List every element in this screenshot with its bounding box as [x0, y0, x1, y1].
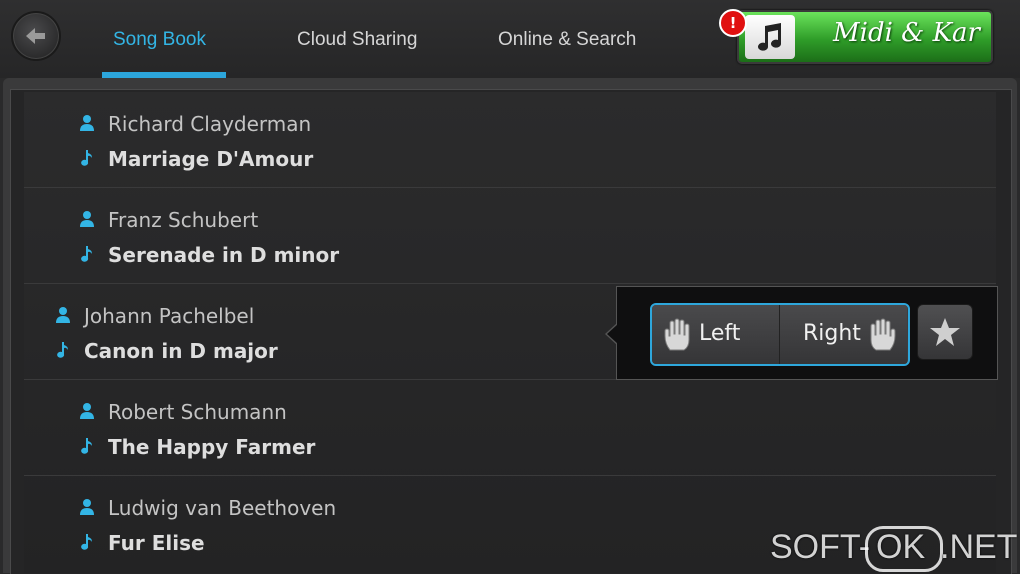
music-file-icon [745, 15, 795, 59]
song-title: Fur Elise [108, 531, 205, 555]
song-title: Marriage D'Amour [108, 147, 314, 171]
back-button[interactable] [11, 11, 61, 61]
music-note-icon [57, 342, 68, 358]
watermark: SOFT- OK .NET [770, 526, 1018, 572]
hand-icon [664, 318, 690, 351]
person-icon [56, 307, 70, 323]
composer-name: Richard Clayderman [108, 112, 312, 136]
music-note-icon [81, 534, 92, 550]
person-icon [80, 403, 94, 419]
right-hand-button[interactable]: Right [780, 305, 907, 364]
tab-online-search[interactable]: Online & Search [498, 29, 636, 51]
music-note-icon [81, 438, 92, 454]
tab-cloud-sharing[interactable]: Cloud Sharing [297, 29, 417, 51]
promo-label: Midi & Kar [833, 18, 980, 48]
hand-icon [870, 318, 896, 351]
list-item[interactable]: Franz Schubert Serenade in D minor [24, 188, 996, 284]
list-item[interactable]: Richard Clayderman Marriage D'Amour [24, 92, 996, 188]
left-hand-button[interactable]: Left [652, 305, 780, 364]
watermark-left: SOFT- [770, 528, 871, 566]
back-arrow-icon [26, 28, 45, 44]
composer-name: Ludwig van Beethoven [108, 496, 337, 520]
star-icon [930, 318, 960, 346]
tab-song-book[interactable]: Song Book [113, 29, 206, 51]
list-item[interactable]: Robert Schumann The Happy Farmer [24, 380, 996, 476]
midi-kar-promo-banner[interactable]: Midi & Kar [737, 10, 993, 64]
person-icon [80, 115, 94, 131]
favorite-button[interactable] [917, 304, 973, 360]
watermark-middle: OK [876, 528, 926, 566]
composer-name: Robert Schumann [108, 400, 287, 424]
person-icon [80, 211, 94, 227]
music-note-icon [81, 150, 92, 166]
song-title: Canon in D major [84, 339, 278, 363]
popup-pointer-inner [607, 324, 618, 344]
watermark-right: .NET [940, 528, 1018, 566]
song-title: The Happy Farmer [108, 435, 316, 459]
composer-name: Franz Schubert [108, 208, 259, 232]
person-icon [80, 499, 94, 515]
notification-badge: ! [719, 9, 747, 37]
left-hand-label: Left [699, 321, 741, 346]
music-note-icon [81, 246, 92, 262]
right-hand-label: Right [803, 321, 861, 346]
hand-toggle-group: Left Right [650, 303, 910, 366]
composer-name: Johann Pachelbel [84, 304, 255, 328]
song-title: Serenade in D minor [108, 243, 340, 267]
